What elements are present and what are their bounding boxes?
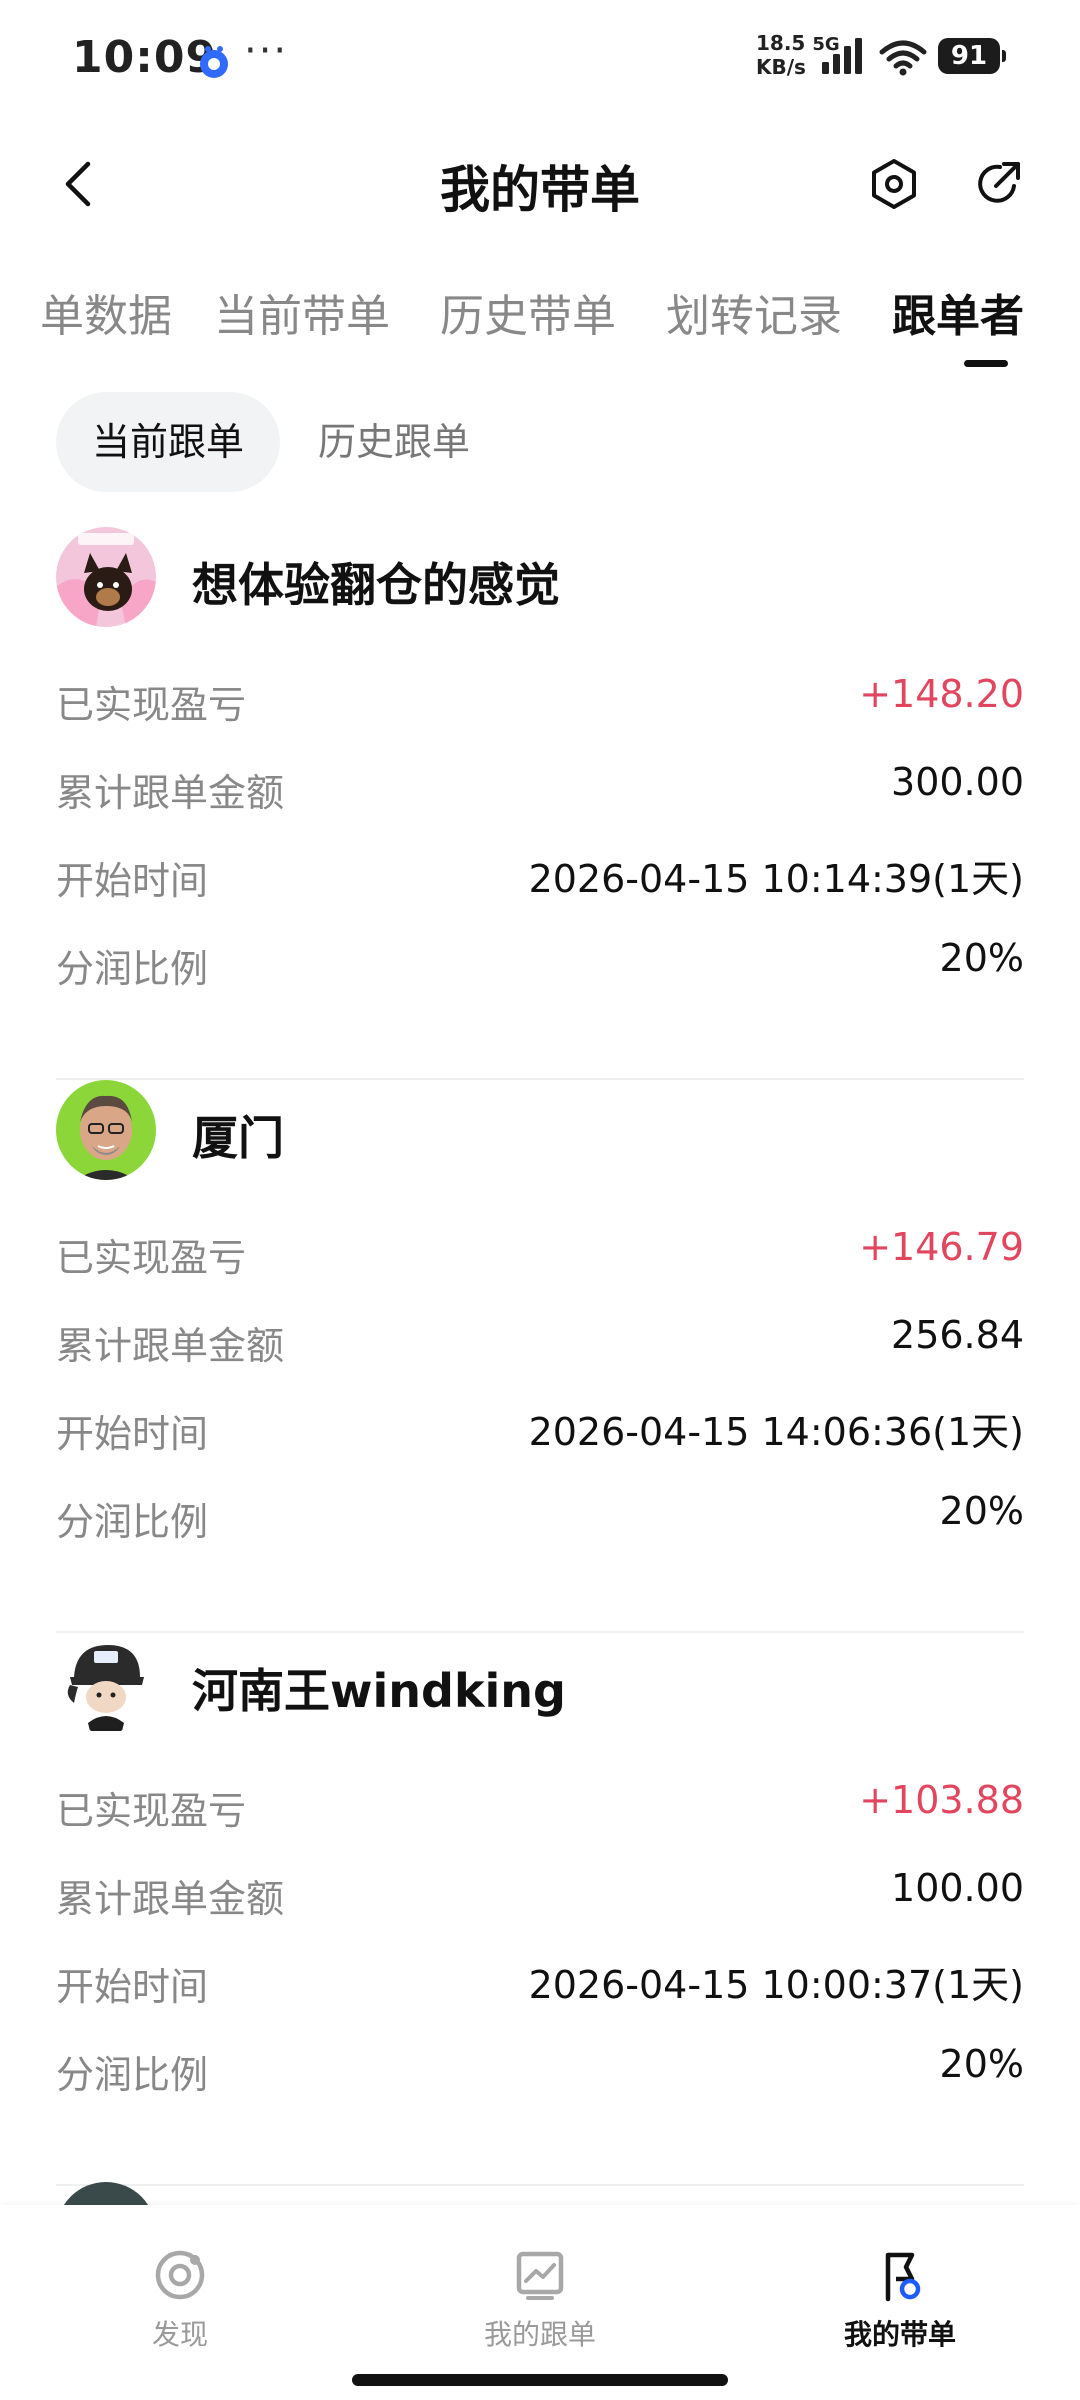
tab-current-lead[interactable]: 当前带单 (214, 280, 390, 344)
realized-pnl-label: 已实现盈亏 (56, 1236, 247, 1280)
status-more-icon: ··· (244, 28, 289, 74)
start-time-label: 开始时间 (56, 1965, 209, 2009)
start-time-label: 开始时间 (56, 859, 209, 903)
profit-share-row: 分润比例 20% (56, 932, 1024, 992)
flag-icon (885, 2252, 921, 2302)
avatar (56, 527, 156, 627)
avatar (56, 1080, 156, 1180)
subtab-current-follow[interactable]: 当前跟单 (56, 392, 280, 492)
follower-card[interactable]: 厦门 已实现盈亏 +146.79 累计跟单金额 256.84 开始时间 2026… (56, 1080, 1024, 1633)
realized-pnl-row: 已实现盈亏 +146.79 (56, 1221, 1024, 1281)
realized-pnl-value: +148.20 (859, 672, 1024, 716)
profit-share-label: 分润比例 (56, 947, 209, 991)
tab-transfer-records[interactable]: 划转记录 (666, 280, 842, 344)
realized-pnl-value: +146.79 (859, 1225, 1024, 1269)
tab-data[interactable]: 单数据 (40, 280, 172, 344)
header: 我的带单 (0, 120, 1080, 250)
profit-share-value: 20% (939, 936, 1024, 980)
total-amount-value: 256.84 (891, 1313, 1024, 1357)
active-tab-indicator (964, 360, 1008, 367)
chart-icon (516, 2251, 564, 2300)
start-time-value: 2026-04-15 10:00:37(1天) (528, 1963, 1024, 2007)
follower-name: 想体验翻仓的感觉 (192, 558, 560, 612)
nav-discover-label: 发现 (151, 2318, 208, 2351)
nav-discover[interactable]: 发现 (80, 2245, 280, 2353)
baidu-app-icon (200, 46, 228, 78)
subtab-history-follow[interactable]: 历史跟单 (318, 392, 470, 492)
follower-card[interactable]: 河南王windking 已实现盈亏 +103.88 累计跟单金额 100.00 … (56, 1633, 1024, 2186)
speed-unit: KB/s (756, 55, 806, 79)
realized-pnl-row: 已实现盈亏 +148.20 (56, 668, 1024, 728)
nav-my-lead-label: 我的带单 (843, 2318, 956, 2351)
profit-share-label: 分润比例 (56, 2053, 209, 2097)
nav-my-follow-label: 我的跟单 (483, 2318, 596, 2351)
tab-history-lead[interactable]: 历史带单 (440, 280, 616, 344)
share-icon[interactable] (970, 156, 1026, 212)
speed-value: 18.5 (756, 31, 806, 55)
start-time-row: 开始时间 2026-04-15 10:14:39(1天) (56, 844, 1024, 904)
top-tab-bar: 单数据 当前带单 历史带单 划转记录 跟单者 (0, 262, 1080, 372)
start-time-row: 开始时间 2026-04-15 10:00:37(1天) (56, 1950, 1024, 2010)
tab-followers[interactable]: 跟单者 (892, 280, 1024, 344)
battery-indicator: 91 (938, 38, 1006, 74)
discover-icon (155, 2250, 205, 2300)
profit-share-row: 分润比例 20% (56, 2038, 1024, 2098)
home-indicator[interactable] (352, 2374, 728, 2386)
follower-name: 厦门 (192, 1111, 284, 1165)
start-time-row: 开始时间 2026-04-15 14:06:36(1天) (56, 1397, 1024, 1457)
wifi-icon (879, 40, 927, 76)
nav-my-lead[interactable]: 我的带单 (800, 2245, 1000, 2353)
profit-share-label: 分润比例 (56, 1500, 209, 1544)
total-amount-row: 累计跟单金额 256.84 (56, 1309, 1024, 1369)
settings-hexagon-icon[interactable] (866, 156, 922, 212)
realized-pnl-row: 已实现盈亏 +103.88 (56, 1774, 1024, 1834)
start-time-value: 2026-04-15 10:14:39(1天) (528, 857, 1024, 901)
total-amount-label: 累计跟单金额 (56, 1877, 285, 1921)
profit-share-row: 分润比例 20% (56, 1485, 1024, 1545)
realized-pnl-label: 已实现盈亏 (56, 1789, 247, 1833)
follower-card[interactable]: 想体验翻仓的感觉 已实现盈亏 +148.20 累计跟单金额 300.00 开始时… (56, 527, 1024, 1080)
total-amount-row: 累计跟单金额 300.00 (56, 756, 1024, 816)
total-amount-label: 累计跟单金额 (56, 771, 285, 815)
bottom-nav: 发现 我的跟单 我的带单 (0, 2205, 1080, 2400)
avatar (56, 1633, 156, 1733)
start-time-label: 开始时间 (56, 1412, 209, 1456)
total-amount-value: 300.00 (891, 760, 1024, 804)
start-time-value: 2026-04-15 14:06:36(1天) (528, 1410, 1024, 1454)
total-amount-label: 累计跟单金额 (56, 1324, 285, 1368)
total-amount-value: 100.00 (891, 1866, 1024, 1910)
profit-share-value: 20% (939, 1489, 1024, 1533)
cell-signal-icon (822, 38, 862, 74)
status-bar: 10:09 ··· 18.5 5G KB/s 91 (0, 0, 1080, 120)
total-amount-row: 累计跟单金额 100.00 (56, 1862, 1024, 1922)
realized-pnl-value: +103.88 (859, 1778, 1024, 1822)
nav-my-follow[interactable]: 我的跟单 (440, 2245, 640, 2353)
follower-name: 河南王windking (192, 1664, 566, 1718)
realized-pnl-label: 已实现盈亏 (56, 683, 247, 727)
profit-share-value: 20% (939, 2042, 1024, 2086)
